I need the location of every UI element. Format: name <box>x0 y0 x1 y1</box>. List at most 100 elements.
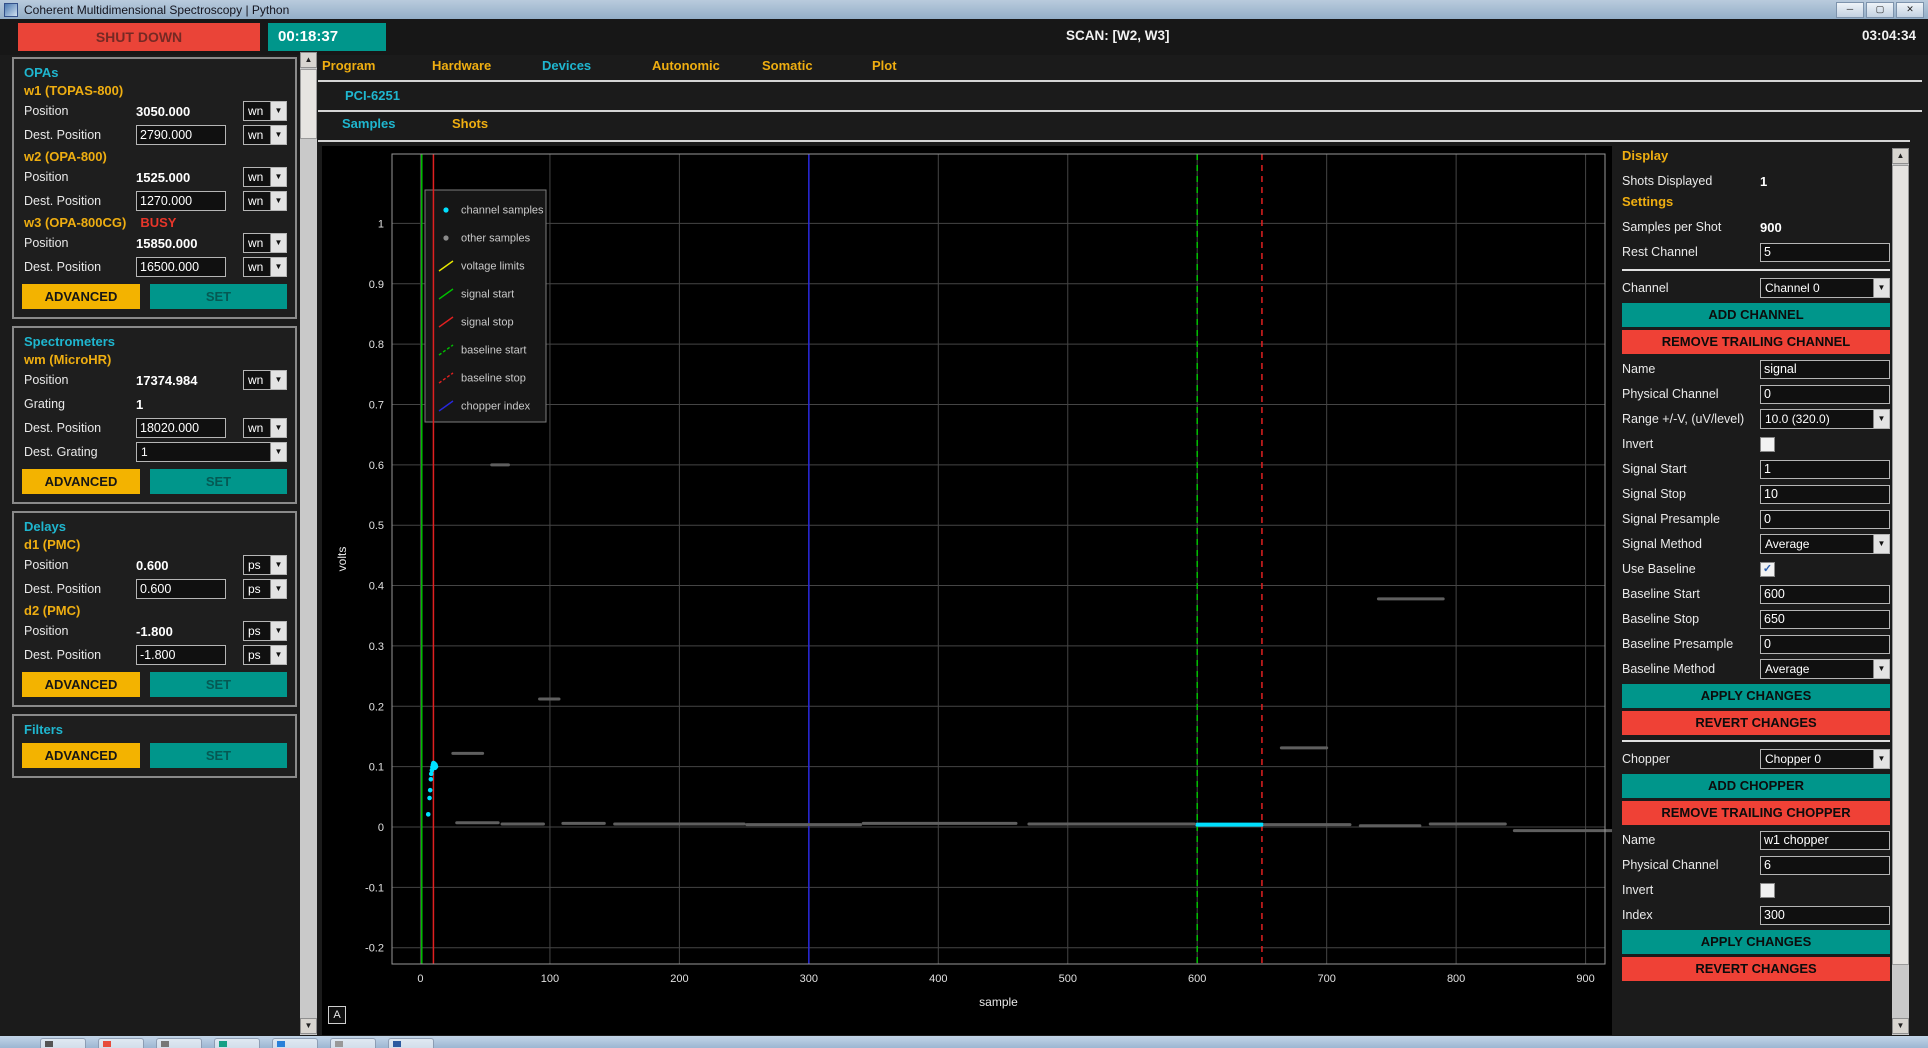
tab-pci-6251[interactable]: PCI-6251 <box>345 88 400 103</box>
chopper-physical-channel[interactable] <box>1760 856 1890 875</box>
row-label: Position <box>22 558 136 572</box>
taskbar-item[interactable] <box>40 1038 86 1048</box>
range-select[interactable]: 10.0 (320.0)▼ <box>1760 409 1890 429</box>
destination-input[interactable] <box>136 418 226 438</box>
tab-devices[interactable]: Devices <box>542 58 652 73</box>
set-button[interactable]: SET <box>150 672 287 697</box>
channel-name[interactable] <box>1760 360 1890 379</box>
revert-channel-changes-button[interactable]: REVERT CHANGES <box>1622 711 1890 735</box>
taskbar-item[interactable] <box>330 1038 376 1048</box>
taskbar-item[interactable] <box>272 1038 318 1048</box>
remove-trailing-chopper-button[interactable]: REMOVE TRAILING CHOPPER <box>1622 801 1890 825</box>
remove-trailing-channel-button[interactable]: REMOVE TRAILING CHANNEL <box>1622 330 1890 354</box>
destination-input[interactable] <box>136 191 226 211</box>
select-value: 10.0 (320.0) <box>1761 412 1873 426</box>
channel-select[interactable]: Channel 0▼ <box>1760 278 1890 298</box>
unit-select[interactable]: wn▼ <box>243 101 287 121</box>
advanced-button[interactable]: ADVANCED <box>22 469 140 494</box>
advanced-button[interactable]: ADVANCED <box>22 284 140 309</box>
chopper-name[interactable] <box>1760 831 1890 850</box>
destination-input[interactable] <box>136 257 226 277</box>
chopper-index[interactable] <box>1760 906 1890 925</box>
chopper-select[interactable]: Chopper 0▼ <box>1760 749 1890 769</box>
row-label: Signal Method <box>1622 537 1760 551</box>
shutdown-button[interactable]: SHUT DOWN <box>18 23 260 51</box>
y-tick-label: 0.8 <box>369 339 384 351</box>
apply-channel-changes-button[interactable]: APPLY CHANGES <box>1622 684 1890 708</box>
y-tick-label: 1 <box>378 218 384 230</box>
destination-input[interactable] <box>136 579 226 599</box>
baseline-start[interactable] <box>1760 585 1890 604</box>
unit-select[interactable]: ps▼ <box>243 645 287 665</box>
scrollbar-thumb[interactable] <box>1892 165 1909 965</box>
use-baseline-checkbox[interactable]: ✓ <box>1760 562 1775 577</box>
row-label: Channel <box>1622 281 1760 295</box>
unit-value: wn <box>244 236 270 250</box>
chopper-invert-checkbox[interactable] <box>1760 883 1775 898</box>
scrollbar-thumb[interactable] <box>300 69 317 139</box>
advanced-button[interactable]: ADVANCED <box>22 672 140 697</box>
unit-select[interactable]: ps▼ <box>243 621 287 641</box>
subtab-samples[interactable]: Samples <box>342 116 452 131</box>
device-name: wm (MicroHR) <box>24 352 287 367</box>
tab-autonomic[interactable]: Autonomic <box>652 58 762 73</box>
unit-select[interactable]: wn▼ <box>243 167 287 187</box>
taskbar-item[interactable] <box>156 1038 202 1048</box>
unit-select[interactable]: wn▼ <box>243 370 287 390</box>
invert-checkbox[interactable] <box>1760 437 1775 452</box>
add-channel-button[interactable]: ADD CHANNEL <box>1622 303 1890 327</box>
signal-method[interactable]: Average▼ <box>1760 534 1890 554</box>
tab-plot[interactable]: Plot <box>872 58 982 73</box>
legend-marker-dot <box>443 207 448 212</box>
grating-select[interactable]: 1▼ <box>136 442 287 462</box>
unit-select[interactable]: wn▼ <box>243 191 287 211</box>
destination-input[interactable] <box>136 645 226 665</box>
y-tick-label: 0.9 <box>369 279 384 291</box>
group-title: Spectrometers <box>24 334 287 349</box>
signal-stop[interactable] <box>1760 485 1890 504</box>
scroll-up-icon[interactable]: ▲ <box>300 52 317 68</box>
signal-presample[interactable] <box>1760 510 1890 529</box>
unit-select[interactable]: wn▼ <box>243 257 287 277</box>
tab-program[interactable]: Program <box>322 58 432 73</box>
taskbar-item[interactable] <box>388 1038 434 1048</box>
subtab-shots[interactable]: Shots <box>452 116 562 131</box>
unit-select[interactable]: wn▼ <box>243 125 287 145</box>
legend-label: voltage limits <box>461 261 525 273</box>
tab-somatic[interactable]: Somatic <box>762 58 872 73</box>
physical-channel[interactable] <box>1760 385 1890 404</box>
scroll-down-icon[interactable]: ▼ <box>300 1018 317 1034</box>
baseline-presample[interactable] <box>1760 635 1890 654</box>
settings-scrollbar[interactable]: ▲ ▼ <box>1892 148 1909 1035</box>
taskbar-item[interactable] <box>214 1038 260 1048</box>
unit-select[interactable]: wn▼ <box>243 233 287 253</box>
settings-row: Samples per Shot900 <box>1622 215 1890 239</box>
scroll-up-icon[interactable]: ▲ <box>1892 148 1909 164</box>
unit-select[interactable]: ps▼ <box>243 555 287 575</box>
set-button[interactable]: SET <box>150 469 287 494</box>
minimize-button[interactable]: ─ <box>1836 2 1864 18</box>
autoscale-button[interactable]: A <box>328 1006 346 1024</box>
signal-start[interactable] <box>1760 460 1890 479</box>
y-tick-label: 0.6 <box>369 460 384 472</box>
group-title: OPAs <box>24 65 287 80</box>
row-label: Invert <box>1622 883 1760 897</box>
set-button[interactable]: SET <box>150 743 287 768</box>
restore-button[interactable]: ▢ <box>1866 2 1894 18</box>
rest-channel[interactable] <box>1760 243 1890 262</box>
baseline-method[interactable]: Average▼ <box>1760 659 1890 679</box>
scroll-down-icon[interactable]: ▼ <box>1892 1018 1909 1034</box>
content-scrollbar[interactable]: ▲ ▼ <box>300 52 317 1035</box>
close-button[interactable]: ✕ <box>1896 2 1924 18</box>
unit-select[interactable]: wn▼ <box>243 418 287 438</box>
unit-select[interactable]: ps▼ <box>243 579 287 599</box>
add-chopper-button[interactable]: ADD CHOPPER <box>1622 774 1890 798</box>
advanced-button[interactable]: ADVANCED <box>22 743 140 768</box>
apply-chopper-changes-button[interactable]: APPLY CHANGES <box>1622 930 1890 954</box>
tab-hardware[interactable]: Hardware <box>432 58 542 73</box>
baseline-stop[interactable] <box>1760 610 1890 629</box>
taskbar-item[interactable] <box>98 1038 144 1048</box>
set-button[interactable]: SET <box>150 284 287 309</box>
destination-input[interactable] <box>136 125 226 145</box>
revert-chopper-changes-button[interactable]: REVERT CHANGES <box>1622 957 1890 981</box>
